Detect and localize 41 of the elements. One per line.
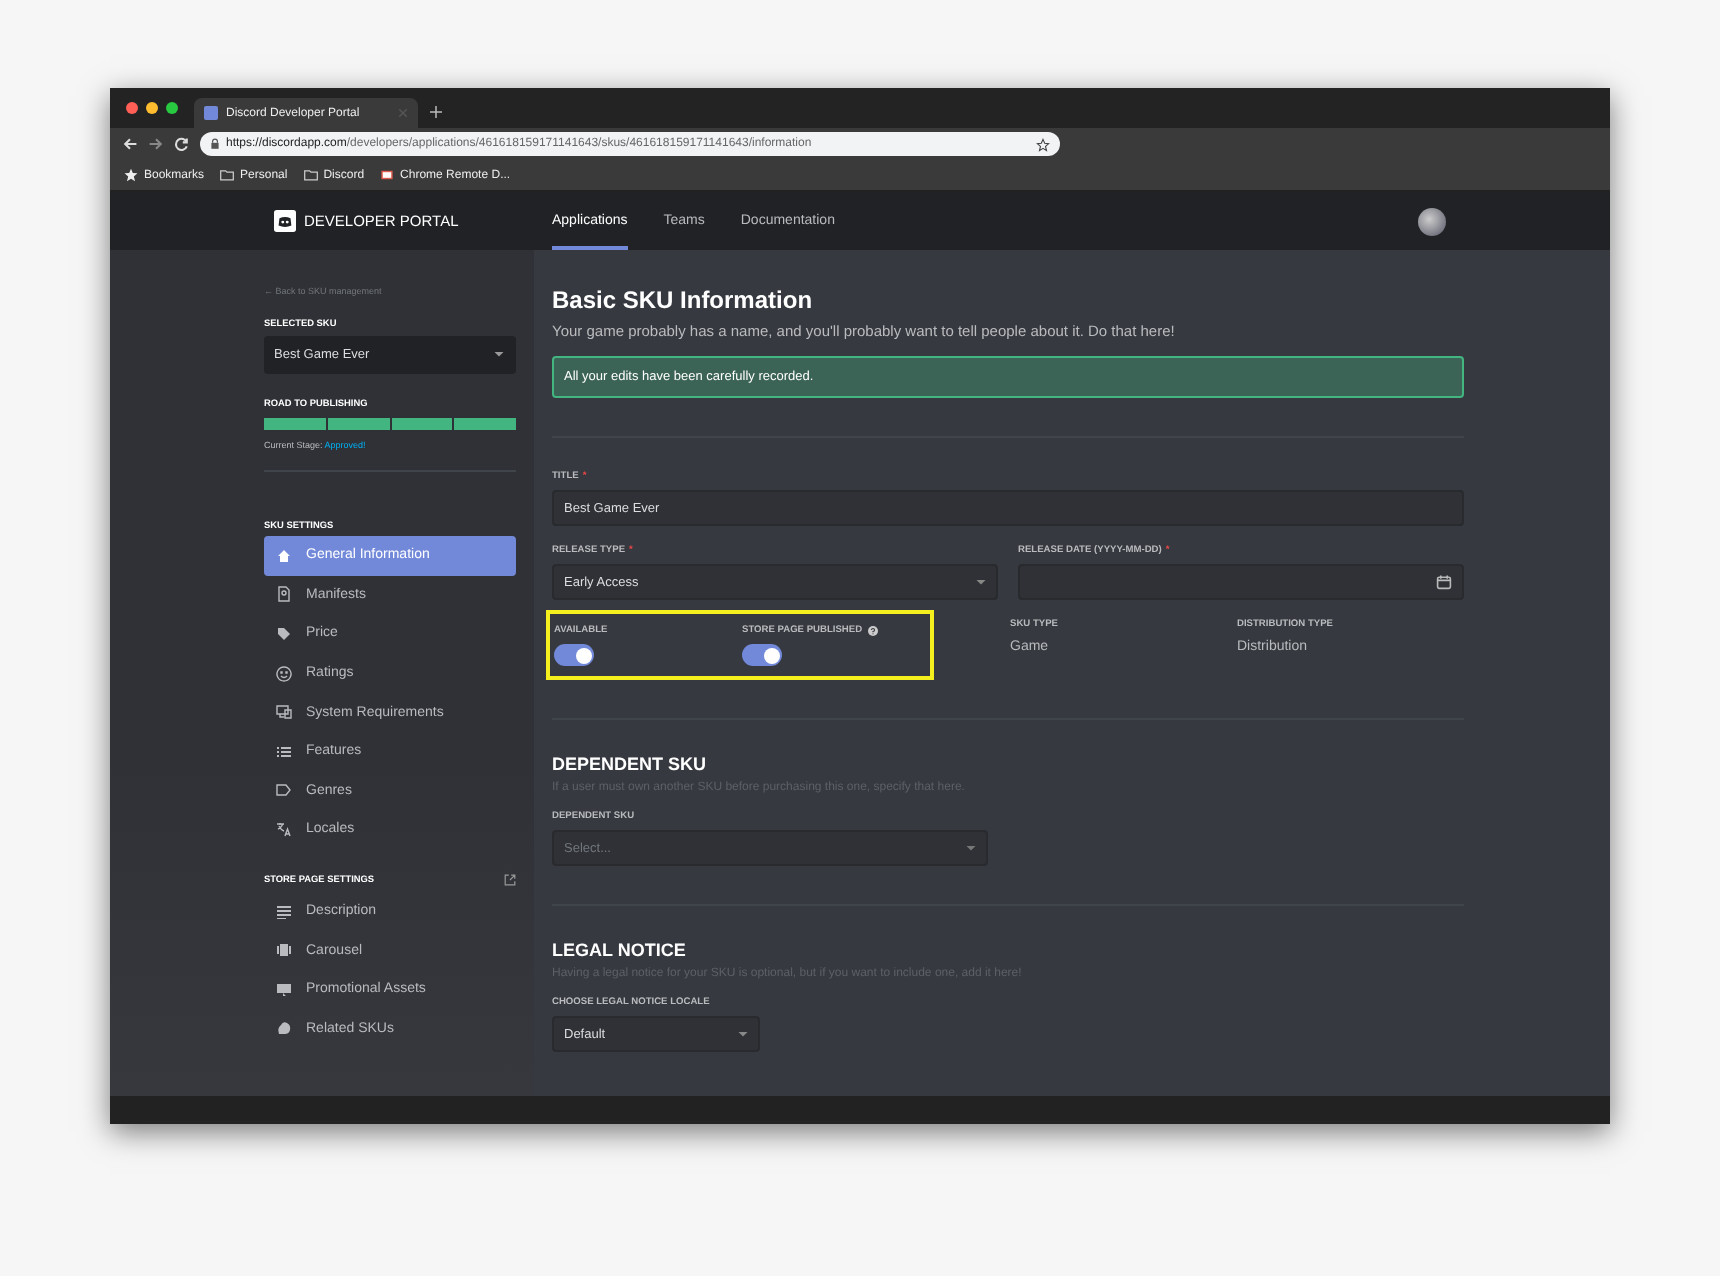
monitor-icon (276, 704, 292, 721)
folder-icon (303, 168, 318, 182)
favicon-icon (204, 106, 218, 120)
avatar[interactable] (1418, 207, 1446, 235)
caret-icon (494, 352, 504, 358)
help-icon[interactable] (868, 626, 879, 636)
app-icon (380, 168, 395, 182)
release-date-field[interactable] (1018, 564, 1464, 600)
maximize-window-icon[interactable] (166, 102, 178, 114)
caret-icon (738, 1031, 748, 1037)
star-icon[interactable] (1036, 137, 1050, 151)
translate-icon (276, 821, 292, 838)
new-tab-icon[interactable] (430, 106, 442, 118)
star-icon (124, 168, 138, 182)
film-icon (276, 942, 292, 959)
caret-icon (976, 579, 986, 585)
home-icon (276, 547, 292, 564)
calendar-icon[interactable] (1436, 574, 1452, 590)
label-icon (276, 782, 292, 799)
blob-icon (276, 1020, 292, 1037)
lines-icon (276, 903, 292, 920)
section-title: DEPENDENT SKU (552, 754, 709, 774)
image-icon (276, 981, 292, 998)
minimize-window-icon[interactable] (146, 102, 158, 114)
close-window-icon[interactable] (126, 102, 138, 114)
folder-icon (220, 168, 235, 182)
forward-arrow-icon[interactable] (148, 136, 164, 152)
page-title: Basic SKU Information (552, 286, 815, 314)
document-icon (276, 586, 292, 603)
lock-icon (210, 138, 220, 150)
smiley-icon (276, 665, 292, 682)
caret-icon (966, 845, 976, 851)
toggle-switch[interactable] (742, 644, 782, 666)
toggle-switch[interactable] (554, 644, 594, 666)
list-icon (276, 743, 292, 760)
external-link-icon[interactable] (504, 873, 516, 886)
back-arrow-icon[interactable] (122, 136, 138, 152)
section-title: LEGAL NOTICE (552, 940, 688, 960)
tag-icon (276, 625, 292, 642)
reload-icon[interactable] (174, 136, 190, 152)
logo-icon (274, 210, 296, 232)
